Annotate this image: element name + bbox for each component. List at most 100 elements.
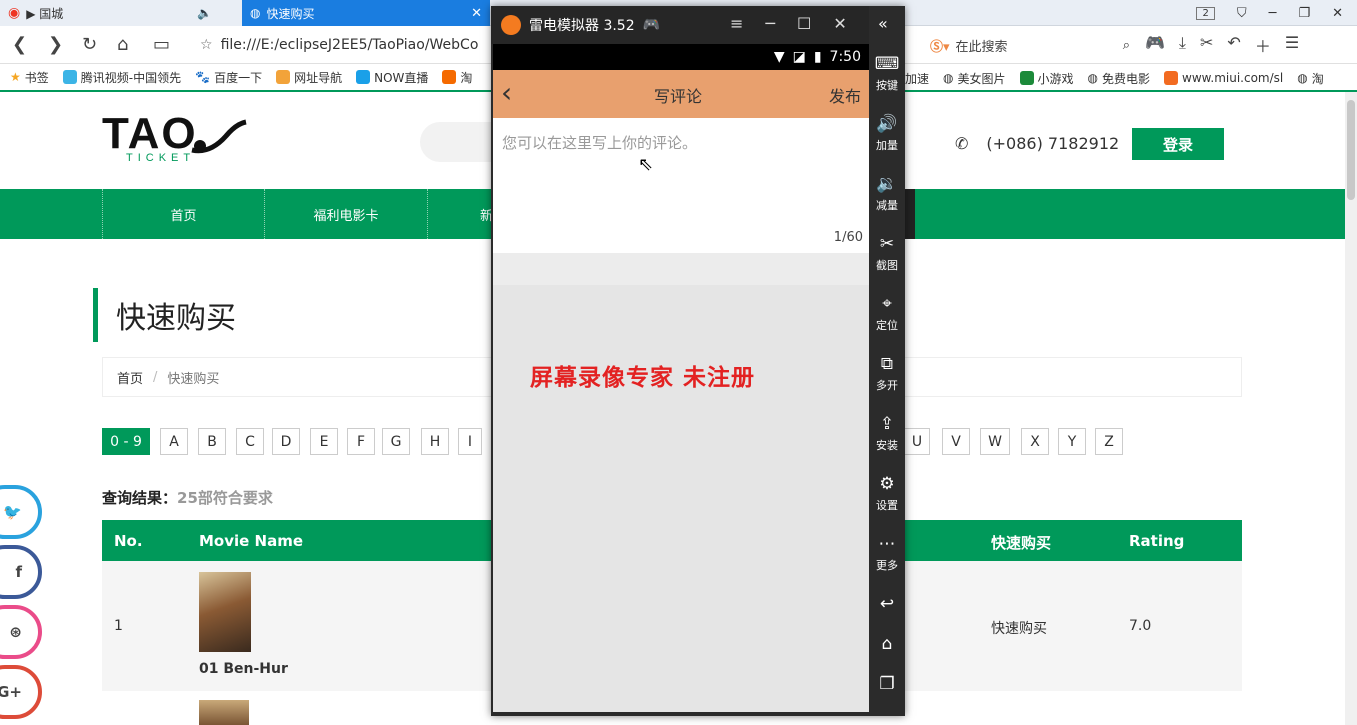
search-input[interactable]: 在此搜索 bbox=[956, 36, 1008, 55]
breadcrumb-home[interactable]: 首页 bbox=[117, 368, 143, 387]
result-label: 查询结果： bbox=[102, 489, 178, 507]
scrollbar-thumb[interactable] bbox=[1347, 100, 1355, 200]
minimize-button[interactable]: ─ bbox=[1269, 6, 1277, 21]
maximize-button[interactable]: ☐ bbox=[797, 14, 811, 33]
nav-new[interactable]: 新 bbox=[427, 189, 493, 239]
sidebar-volume-up[interactable]: 🔊 加量 bbox=[869, 114, 905, 153]
sidebar-keymap[interactable]: ⌨ 按键 bbox=[869, 54, 905, 93]
sidebar-settings[interactable]: ⚙ 设置 bbox=[869, 474, 905, 513]
collapse-icon[interactable]: « bbox=[878, 14, 888, 33]
sidebar-screenshot[interactable]: ✂ 截图 bbox=[869, 234, 905, 273]
nav-home[interactable]: 首页 bbox=[102, 189, 264, 239]
col-rating: Rating bbox=[1129, 532, 1185, 550]
gamepad-icon[interactable]: 🎮 bbox=[643, 17, 660, 33]
tab-count-badge[interactable]: 2 bbox=[1196, 6, 1215, 20]
letter-filter-x[interactable]: X bbox=[1021, 428, 1049, 455]
publish-button[interactable]: 发布 bbox=[829, 83, 861, 107]
forward-icon[interactable]: ❯ bbox=[48, 34, 63, 55]
bookmark-item[interactable]: 网址导航 bbox=[276, 69, 342, 86]
letter-filter-c[interactable]: C bbox=[236, 428, 264, 455]
letter-filter-v[interactable]: V bbox=[942, 428, 970, 455]
close-tab-icon[interactable]: ✕ bbox=[471, 6, 482, 21]
bookmark-item[interactable]: www.miui.com/sl bbox=[1164, 71, 1283, 85]
bookmark-item[interactable]: 🐾 百度一下 bbox=[195, 69, 262, 86]
letter-filter-d[interactable]: D bbox=[272, 428, 300, 455]
letter-filter-w[interactable]: W bbox=[980, 428, 1010, 455]
comment-textarea[interactable]: 您可以在这里写上你的评论。 1/60 bbox=[493, 118, 869, 253]
bookmark-folder[interactable]: ★ 书签 bbox=[10, 69, 49, 86]
tab-quick-buy[interactable]: ◍ 快速购买 ✕ bbox=[242, 0, 490, 26]
bookmark-item[interactable]: 小游戏 bbox=[1019, 70, 1074, 87]
reload-icon[interactable]: ↻ bbox=[82, 34, 97, 55]
bookmark-item[interactable]: ◍ 淘 bbox=[1297, 70, 1324, 87]
close-window-button[interactable]: ✕ bbox=[1332, 6, 1343, 21]
dribbble-icon[interactable]: ⊛ bbox=[0, 605, 42, 659]
movie-poster[interactable] bbox=[199, 572, 251, 652]
shirt-icon[interactable]: ⛉ bbox=[1237, 6, 1247, 21]
address-bar[interactable]: ☆ file:///E:/eclipseJ2EE5/TaoPiao/WebCo bbox=[200, 30, 490, 60]
scissors-icon[interactable]: ✂ bbox=[1200, 33, 1213, 57]
sidebar-location[interactable]: ⌖ 定位 bbox=[869, 294, 905, 333]
facebook-icon[interactable]: f bbox=[0, 545, 42, 599]
sidebar-label: 多开 bbox=[876, 379, 898, 392]
sidebar-more[interactable]: ⋯ 更多 bbox=[869, 534, 905, 573]
letter-filter-z[interactable]: Z bbox=[1095, 428, 1123, 455]
movie-name[interactable]: 01 Ben-Hur bbox=[199, 661, 288, 677]
bookmark-item[interactable]: 淘 bbox=[442, 69, 472, 86]
nav-welfare-card[interactable]: 福利电影卡 bbox=[264, 189, 427, 239]
speaker-icon[interactable]: 🔈 bbox=[197, 6, 212, 20]
restore-button[interactable]: ❐ bbox=[1298, 6, 1310, 21]
undo-icon[interactable]: ↶ bbox=[1227, 33, 1240, 57]
bookmark-item[interactable]: 腾讯视频-中国领先 bbox=[62, 69, 181, 86]
letter-filter-f[interactable]: F bbox=[347, 428, 375, 455]
browser-tools: 🎮 ⤓ ✂ ↶ ＋ ☰ bbox=[1145, 33, 1299, 57]
letter-filter-u[interactable]: U bbox=[904, 428, 930, 455]
search-icon[interactable]: ⌕ bbox=[1123, 38, 1130, 53]
letter-filter-a[interactable]: A bbox=[160, 428, 188, 455]
bookmark-item[interactable]: ◍ 美女图片 bbox=[943, 70, 1006, 87]
login-button[interactable]: 登录 bbox=[1132, 128, 1224, 160]
phone-contact: ✆ (+086) 7182912 bbox=[955, 134, 1119, 153]
bookmark-item[interactable]: ◍ 免费电影 bbox=[1088, 70, 1151, 87]
google-plus-icon[interactable]: G+ bbox=[0, 665, 42, 719]
letter-filter-b[interactable]: B bbox=[198, 428, 226, 455]
twitter-icon[interactable]: 🐦 bbox=[0, 485, 42, 539]
back-icon[interactable]: ‹ bbox=[501, 76, 512, 109]
plus-icon[interactable]: ＋ bbox=[1255, 33, 1271, 57]
letter-filter-h[interactable]: H bbox=[421, 428, 449, 455]
gear-icon: ⚙ bbox=[879, 474, 895, 494]
gamepad-icon[interactable]: 🎮 bbox=[1145, 33, 1165, 57]
letter-filter-e[interactable]: E bbox=[310, 428, 338, 455]
phone-number: (+086) 7182912 bbox=[986, 134, 1120, 153]
android-back-button[interactable]: ↩ bbox=[869, 594, 905, 614]
movie-poster[interactable] bbox=[199, 700, 249, 725]
quick-buy-link[interactable]: 快速购买 bbox=[991, 618, 1047, 638]
miui-icon bbox=[1164, 71, 1179, 85]
bookmark-item[interactable]: NOW直播 bbox=[356, 69, 428, 86]
back-arrow-icon: ↩ bbox=[879, 594, 895, 614]
download-icon[interactable]: ⤓ bbox=[1179, 33, 1186, 57]
star-icon[interactable]: ☆ bbox=[200, 37, 213, 53]
letter-filter-i[interactable]: I bbox=[458, 428, 482, 455]
android-home-button[interactable]: ⌂ bbox=[869, 634, 905, 654]
tab-weicheng[interactable]: ◉ ▶ 国城 🔈 bbox=[0, 0, 242, 26]
search-box[interactable]: Ⓢ▾ 在此搜索 ⌕ bbox=[930, 30, 1130, 60]
sidebar-multi-instance[interactable]: ⧉ 多开 bbox=[869, 354, 905, 393]
sidebar-volume-down[interactable]: 🔉 减量 bbox=[869, 174, 905, 213]
site-logo[interactable]: TAO TICKET bbox=[102, 112, 247, 164]
menu-icon[interactable]: ☰ bbox=[1285, 33, 1299, 57]
bookmark-item[interactable]: 加速 bbox=[905, 70, 929, 87]
emulator-window-controls: ≡ ─ ☐ ✕ bbox=[730, 14, 847, 33]
android-recents-button[interactable]: ❐ bbox=[869, 674, 905, 694]
home-icon[interactable]: ⌂ bbox=[117, 34, 128, 55]
menu-icon[interactable]: ≡ bbox=[730, 14, 743, 33]
sidebar-install-apk[interactable]: ⇪ 安装 bbox=[869, 414, 905, 453]
reader-icon[interactable]: ▭ bbox=[153, 34, 170, 55]
back-icon[interactable]: ❮ bbox=[12, 34, 27, 55]
close-button[interactable]: ✕ bbox=[833, 14, 846, 33]
letter-filter-g[interactable]: G bbox=[382, 428, 410, 455]
minimize-button[interactable]: ─ bbox=[765, 14, 775, 33]
letter-filter-0-9[interactable]: 0 - 9 bbox=[102, 428, 150, 455]
page-title: 快速购买 bbox=[93, 288, 236, 342]
letter-filter-y[interactable]: Y bbox=[1058, 428, 1086, 455]
